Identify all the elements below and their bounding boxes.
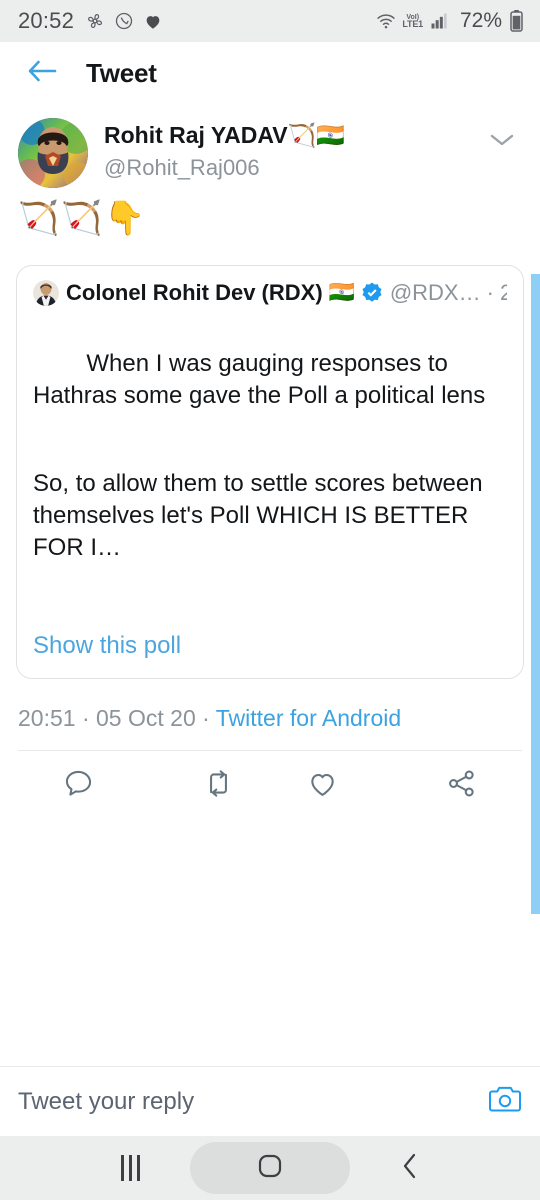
- status-bar: 20:52 VoI) LTE1 72%: [0, 0, 540, 42]
- verified-badge-icon: [360, 281, 384, 305]
- quoted-timestamp: 2h: [499, 279, 507, 305]
- camera-button[interactable]: [476, 1084, 522, 1119]
- battery-icon: [509, 9, 524, 33]
- tweet-detail-scroll[interactable]: Rohit Raj YADAV🏹🇮🇳 @Rohit_Raj006 🏹🏹👇 Col…: [0, 104, 540, 1066]
- quoted-avatar: [33, 279, 59, 306]
- comment-icon: [62, 767, 95, 805]
- camera-icon: [488, 1084, 522, 1119]
- show-this-poll-link[interactable]: Show this poll: [33, 632, 507, 660]
- back-chevron-icon: [399, 1151, 421, 1186]
- avatar-image: [18, 118, 88, 188]
- reply-input[interactable]: [18, 1081, 476, 1122]
- quoted-tweet-card[interactable]: Colonel Rohit Dev (RDX) 🇮🇳 @RDX… · 2h Wh…: [16, 264, 524, 679]
- tweet-author-row: Rohit Raj YADAV🏹🇮🇳 @Rohit_Raj006: [0, 104, 540, 188]
- tweet-date: 05 Oct 20: [96, 704, 196, 731]
- tweet-action-bar: [0, 751, 540, 805]
- app-bar: Tweet: [0, 42, 540, 104]
- recents-button[interactable]: [70, 1155, 190, 1181]
- quoted-separator-dot: ·: [486, 279, 494, 305]
- status-bar-system-icons: VoI) LTE1 72%: [375, 9, 524, 33]
- reply-composer-bar: [0, 1066, 540, 1136]
- share-icon: [445, 767, 478, 805]
- status-bar-clock: 20:52: [18, 8, 75, 33]
- tweet-source-link[interactable]: Twitter for Android: [216, 705, 401, 731]
- quoted-text-paragraph-2: So, to allow them to settle scores betwe…: [33, 470, 490, 561]
- wifi-icon: [375, 11, 397, 31]
- home-button[interactable]: [190, 1142, 350, 1194]
- battery-percentage: 72%: [459, 9, 502, 32]
- retweet-icon: [201, 767, 236, 805]
- quoted-tweet-text: When I was gauging responses to Hathras …: [33, 317, 507, 628]
- chevron-down-icon: [489, 132, 515, 153]
- avatar[interactable]: [18, 118, 88, 188]
- quoted-handle: @RDX…: [389, 279, 481, 305]
- page-title: Tweet: [86, 57, 157, 88]
- scroll-indicator[interactable]: [531, 274, 540, 914]
- signal-bars-icon: [428, 11, 450, 31]
- author-display-name: Rohit Raj YADAV🏹🇮🇳: [104, 121, 482, 150]
- volte-bottom-label: LTE1: [402, 19, 423, 29]
- back-button[interactable]: [20, 51, 64, 95]
- author-name-emoji: 🏹🇮🇳: [287, 122, 345, 148]
- share-button[interactable]: [374, 767, 512, 805]
- author-name-text: Rohit Raj YADAV: [104, 122, 288, 148]
- like-button[interactable]: [270, 767, 374, 805]
- tweet-time: 20:51: [18, 704, 76, 731]
- phone-screen: 20:52 VoI) LTE1 72% Tweet Rohit Raj YADA…: [0, 0, 540, 1200]
- status-bar-notification-icons: [85, 11, 163, 31]
- author-handle: @Rohit_Raj006: [104, 154, 260, 180]
- meta-separator-2: ·: [195, 704, 216, 731]
- arrow-left-icon: [25, 57, 59, 90]
- tweet-meta: 20:51 · 05 Oct 20 · Twitter for Android: [0, 679, 540, 732]
- reply-button[interactable]: [28, 767, 166, 805]
- author-name-block: Rohit Raj YADAV🏹🇮🇳 @Rohit_Raj006: [104, 118, 482, 182]
- tweet-body-text: 🏹🏹👇: [18, 199, 148, 236]
- tweet-overflow-button[interactable]: [482, 118, 522, 153]
- fan-icon: [85, 11, 105, 31]
- heart-icon: [143, 12, 163, 31]
- quoted-author-row: Colonel Rohit Dev (RDX) 🇮🇳 @RDX… · 2h: [33, 279, 507, 306]
- call-recording-icon: [114, 11, 134, 31]
- recents-icon: [120, 1155, 140, 1181]
- volte-indicator: VoI) LTE1: [402, 14, 423, 29]
- heart-outline-icon: [306, 767, 339, 805]
- quoted-text-paragraph-1: When I was gauging responses to Hathras …: [33, 350, 486, 410]
- home-icon: [257, 1153, 283, 1184]
- retweet-button[interactable]: [166, 767, 270, 805]
- back-nav-button[interactable]: [350, 1151, 470, 1186]
- quoted-flag-emoji: 🇮🇳: [328, 280, 355, 304]
- android-nav-bar: [0, 1136, 540, 1200]
- quoted-display-name: Colonel Rohit Dev (RDX): [66, 279, 323, 305]
- meta-separator-1: ·: [75, 704, 97, 731]
